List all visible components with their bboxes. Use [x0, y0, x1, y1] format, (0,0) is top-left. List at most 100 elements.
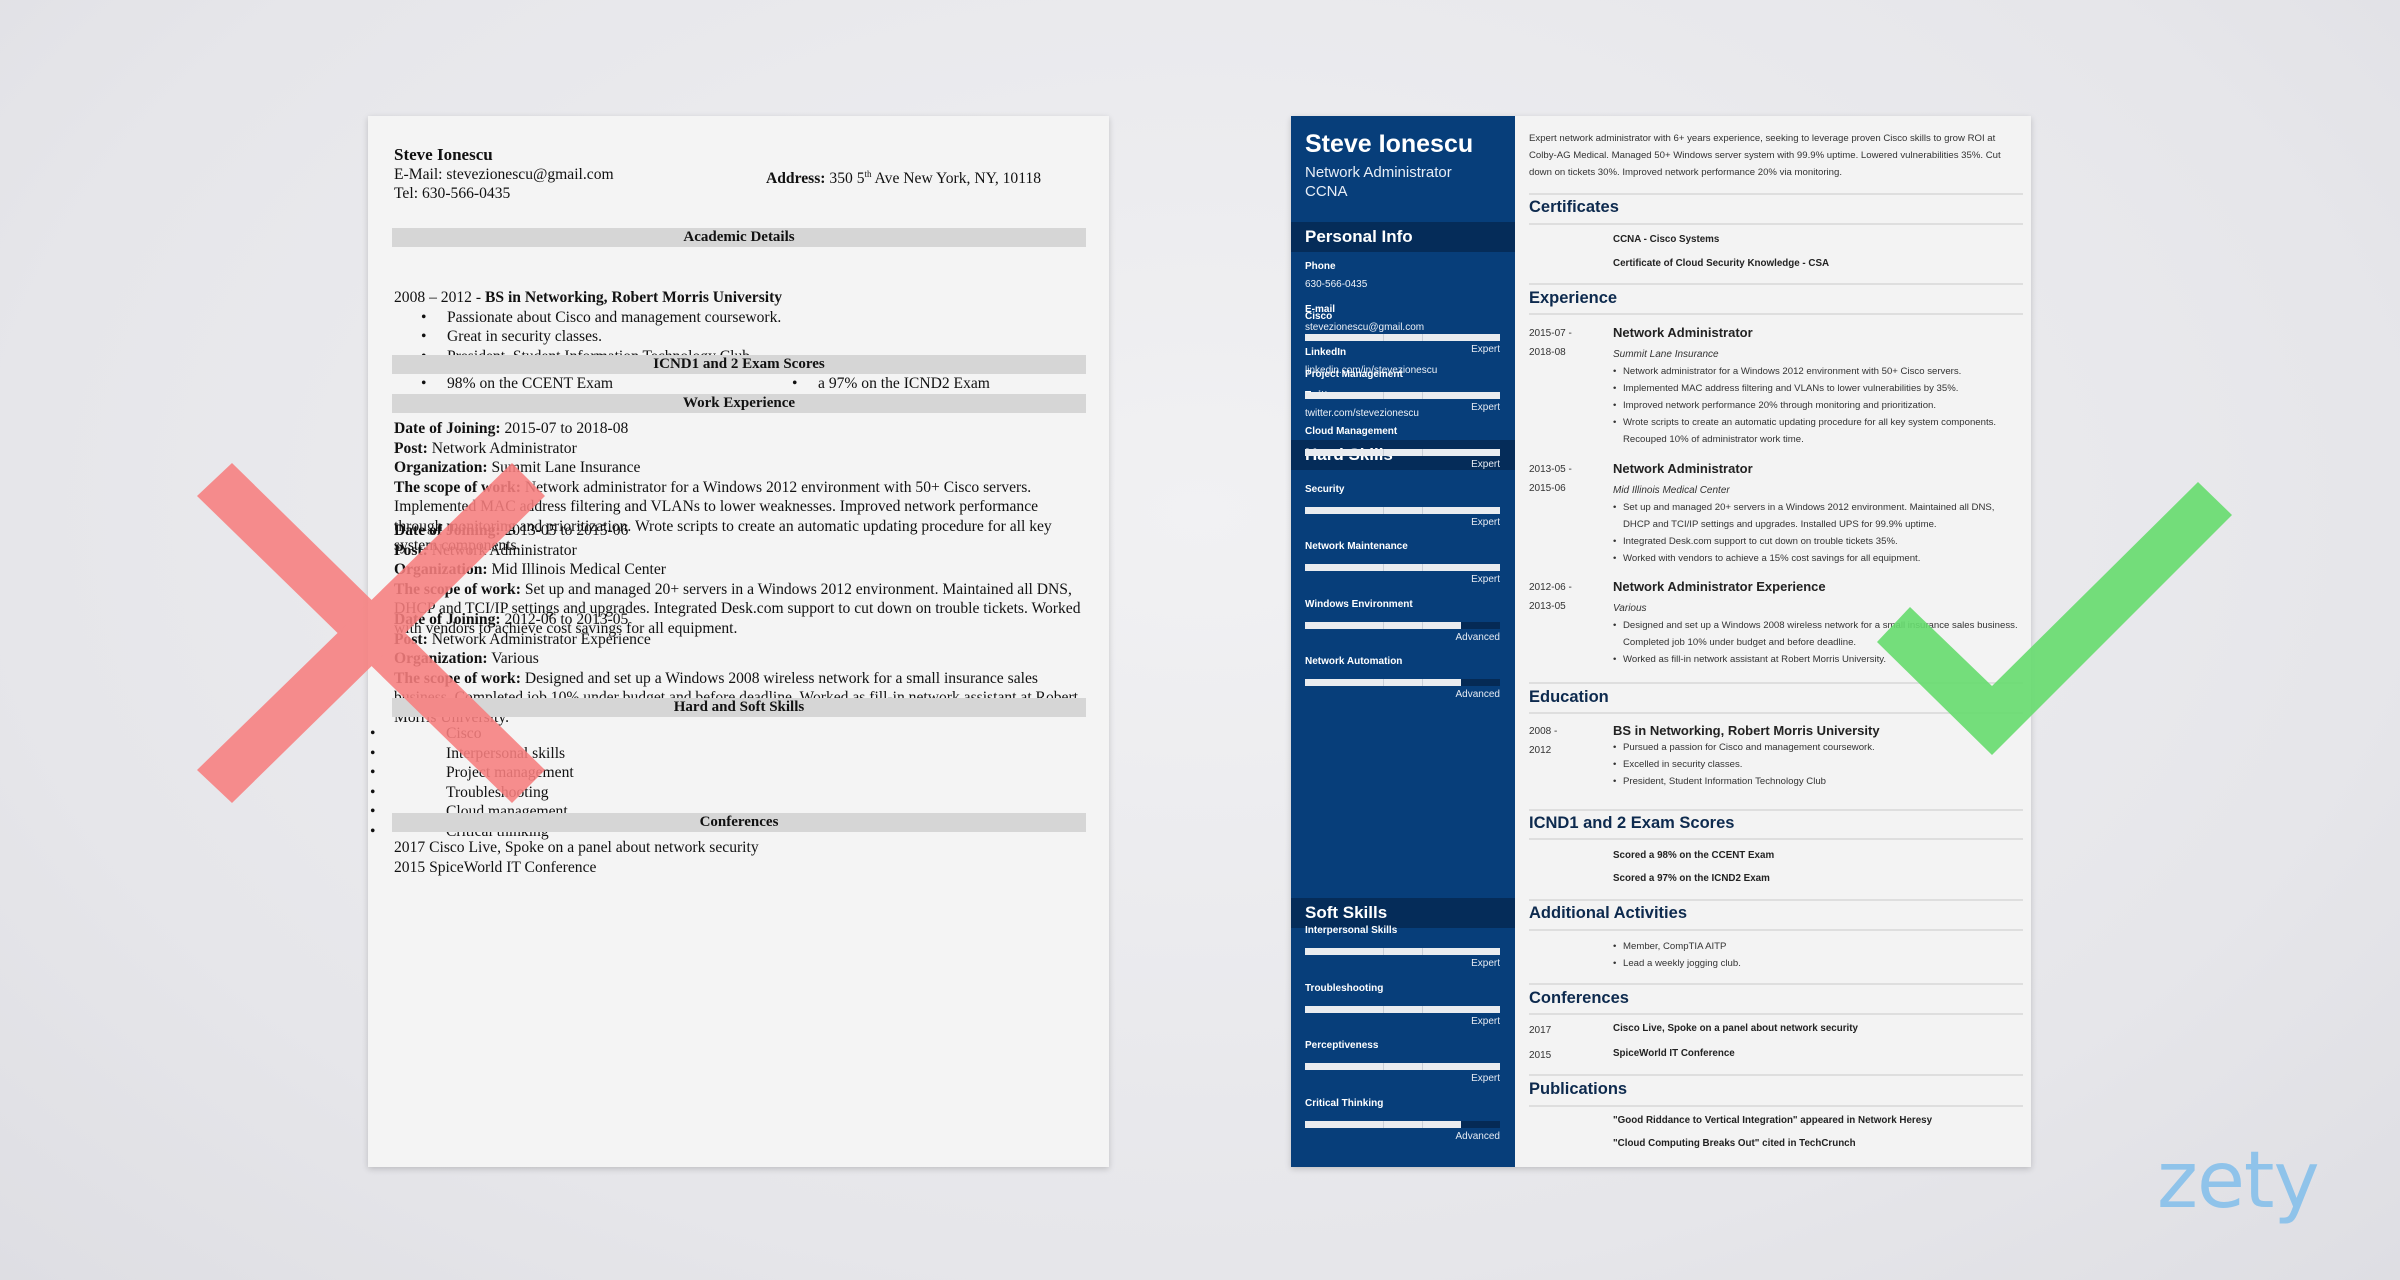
email-line: E-Mail: stevezionescu@gmail.com — [394, 166, 614, 183]
job-dates: 2013-05 -2015-06 — [1529, 464, 1572, 494]
divider — [1529, 313, 2023, 315]
skill-item: Perceptiveness Expert — [1305, 1040, 1500, 1100]
skill-name: Network Maintenance — [1305, 541, 1408, 552]
section-title-exams: ICND1 and 2 Exam Scores — [1529, 814, 1735, 832]
soft-skills-header: Soft Skills — [1291, 898, 1515, 928]
skill-name: Network Automation — [1305, 656, 1403, 667]
skill-name: Perceptiveness — [1305, 1040, 1379, 1051]
job-bullets: Network administrator for a Windows 2012… — [1613, 363, 2023, 448]
conference-item: SpiceWorld IT Conference — [1613, 1048, 1735, 1059]
skill-bar-tick — [1422, 564, 1423, 571]
section-band-exams: ICND1 and 2 Exam Scores — [392, 355, 1086, 374]
bad-resume-example: Steve Ionescu E-Mail: stevezionescu@gmai… — [368, 116, 1109, 1167]
section-band-academic: Academic Details — [392, 228, 1086, 247]
skill-bar-tick — [1383, 1120, 1384, 1128]
skill-item: Critical Thinking Advanced — [1305, 1098, 1500, 1158]
skill-item: Interpersonal skills — [368, 744, 1058, 764]
section-title-publications: Publications — [1529, 1080, 1628, 1098]
degree: BS in Networking, Robert Morris Universi… — [484, 289, 783, 306]
skill-bar-tick — [1422, 1005, 1423, 1013]
skill-level-fill — [1305, 449, 1500, 456]
skill-name: Windows Environment — [1305, 598, 1413, 610]
conference-item: Cisco Live, Spoke on a panel about netwo… — [1613, 1023, 1858, 1034]
skill-bar-tick — [1422, 334, 1423, 341]
section-title-experience: Experience — [1529, 289, 1618, 307]
job-title: Network Administrator — [1613, 325, 1753, 340]
skill-level-bar — [1305, 449, 1500, 456]
skill-level-bar — [1305, 1120, 1500, 1128]
publication-item: "Good Riddance to Vertical Integration" … — [1613, 1115, 1933, 1126]
section-title-activities: Additional Activities — [1529, 904, 1687, 922]
skill-name: Interpersonal Skills — [1305, 925, 1398, 936]
job-dates: 2015-07 -2018-08 — [1529, 328, 1572, 358]
job-dates: 2012-06 -2013-05 — [1529, 582, 1572, 612]
skill-name: Troubleshooting — [1305, 982, 1384, 994]
skill-bar-tick — [1422, 948, 1423, 955]
skill-level-fill — [1305, 1063, 1500, 1070]
skill-level-label: Expert — [1471, 1073, 1500, 1084]
divider — [1529, 682, 2023, 684]
publication-item: "Cloud Computing Breaks Out" cited in Te… — [1613, 1138, 1856, 1149]
skill-level-fill — [1305, 391, 1500, 399]
exam-score: Scored a 97% on the ICND2 Exam — [1613, 873, 1770, 884]
skill-item: Cisco — [368, 724, 1058, 744]
section-band-conferences: Conferences — [392, 813, 1086, 832]
education-bullets: Pursued a passion for Cisco and manageme… — [1613, 739, 2023, 790]
skill-level-bar — [1305, 334, 1500, 341]
skill-name: Cloud Management — [1305, 426, 1398, 437]
divider — [1529, 193, 2023, 195]
skill-bar-tick — [1383, 564, 1384, 571]
divider — [1529, 712, 2023, 714]
conference-item: 2017 Cisco Live, Spoke on a panel about … — [394, 839, 759, 856]
conference-year: 2017 — [1529, 1025, 1552, 1036]
zety-logo: zety — [2157, 1136, 2320, 1226]
skill-level-bar — [1305, 679, 1500, 686]
skill-bar-tick — [1422, 679, 1423, 686]
skill-bar-tick — [1422, 506, 1423, 514]
skill-level-label: Advanced — [1455, 631, 1500, 643]
conference-item: 2015 SpiceWorld IT Conference — [394, 858, 597, 876]
email-value: stevezionescu@gmail.com — [446, 166, 614, 183]
skill-item: Network Automation Advanced — [1305, 656, 1500, 716]
skill-level-label: Expert — [1471, 401, 1500, 413]
skill-item: Interpersonal Skills Expert — [1305, 925, 1500, 985]
skill-level-fill — [1305, 948, 1500, 955]
skill-bar-tick — [1383, 506, 1384, 514]
education-bullet: Passionate about Cisco and management co… — [394, 308, 1084, 328]
conference-year: 2015 — [1529, 1050, 1552, 1061]
skill-item: Cloud Management Expert — [1305, 426, 1500, 486]
skill-bar-tick — [1383, 334, 1384, 341]
divider — [1529, 1013, 2023, 1015]
section-title-education: Education — [1529, 688, 1609, 706]
resume-main-column: Expert network administrator with 6+ yea… — [1515, 116, 2031, 1167]
skill-name: Project Management — [1305, 368, 1403, 380]
skill-bar-tick — [1383, 948, 1384, 955]
skill-bar-tick — [1383, 1005, 1384, 1013]
skill-level-fill — [1305, 564, 1500, 571]
skill-item: Troubleshooting Expert — [1305, 983, 1500, 1043]
skill-bar-tick — [1383, 391, 1384, 399]
divider — [1529, 838, 2023, 840]
skill-item: Project Management Expert — [1305, 369, 1500, 429]
resume-name: Steve Ionescu — [394, 145, 493, 164]
x-mark-icon — [197, 463, 545, 803]
exam-score: a 97% on the ICND2 Exam — [818, 375, 990, 392]
divider — [1529, 809, 2023, 811]
divider — [1529, 283, 2023, 285]
skill-bar-tick — [1383, 621, 1384, 629]
resume-name: Steve Ionescu — [1305, 130, 1474, 158]
skill-level-label: Expert — [1471, 574, 1500, 585]
info-label: Phone — [1305, 261, 1336, 272]
exam-score: 98% on the CCENT Exam — [447, 375, 614, 392]
certificate-item: Certificate of Cloud Security Knowledge … — [1613, 258, 1830, 269]
exam-score: Scored a 98% on the CCENT Exam — [1613, 850, 1775, 861]
skill-level-label: Advanced — [1455, 689, 1500, 700]
section-title-certificates: Certificates — [1529, 198, 1619, 216]
skill-name: Cisco — [1305, 311, 1333, 322]
divider — [1529, 899, 2023, 901]
skill-level-bar — [1305, 391, 1500, 399]
skill-bar-tick — [1422, 1120, 1423, 1128]
job-bullets: Designed and set up a Windows 2008 wirel… — [1613, 617, 2023, 668]
section-title-conferences: Conferences — [1529, 989, 1629, 1007]
skill-bar-tick — [1383, 449, 1384, 456]
